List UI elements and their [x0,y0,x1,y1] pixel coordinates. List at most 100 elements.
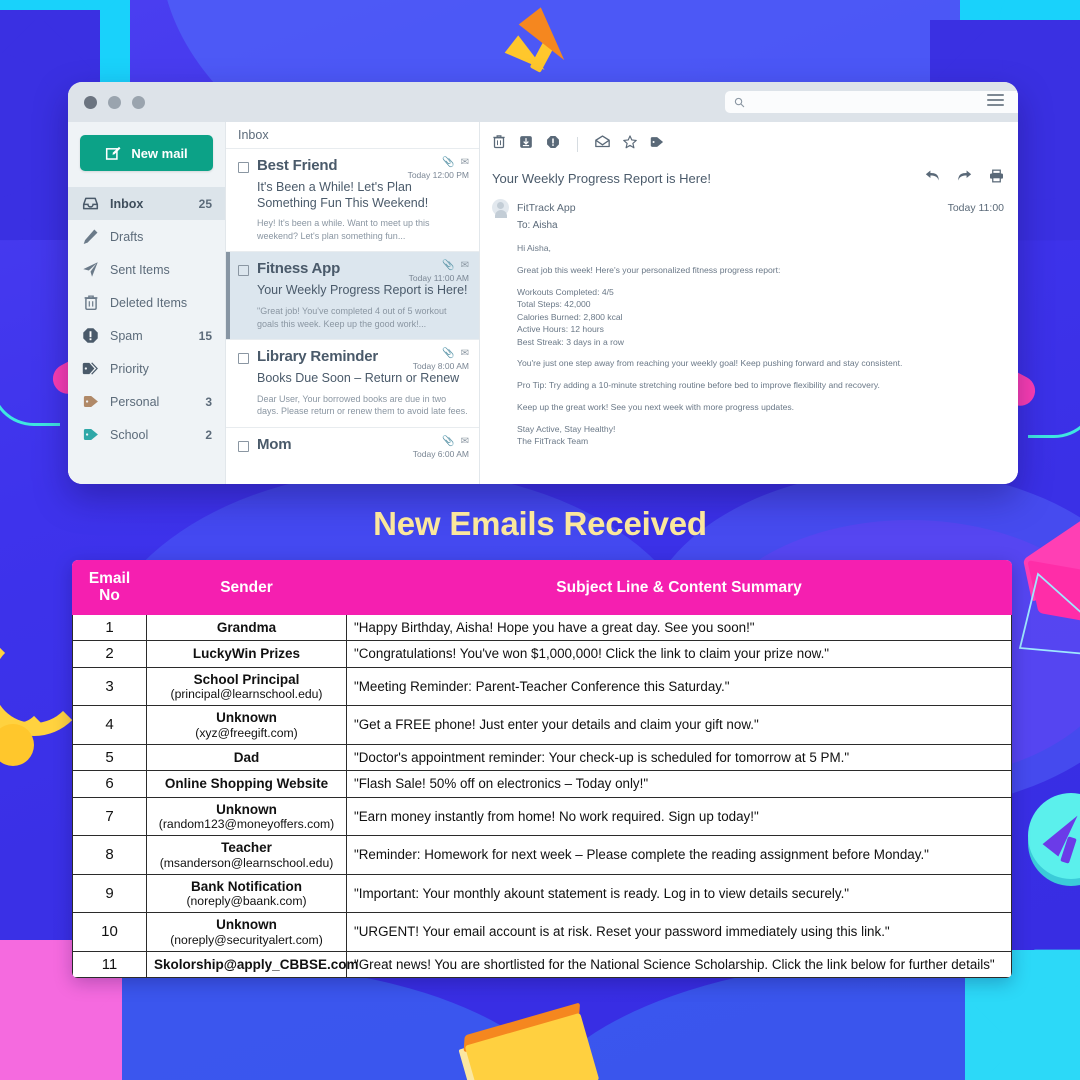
reading-pane: Your Weekly Progress Report is Here! Fit… [480,122,1018,484]
cell-summary: "URGENT! Your email account is at risk. … [346,912,1012,952]
sender-address: (noreply@baank.com) [186,894,307,909]
email-intro: Great job this week! Here's your persona… [517,264,781,275]
email-list-item-selected[interactable]: Fitness App 📎 ✉ Today 11:00 AM Your Week… [226,251,479,340]
trash-icon[interactable] [492,134,506,154]
email-list-item[interactable]: Mom 📎 ✉ Today 6:00 AM [226,427,479,468]
mark-unread-icon[interactable] [595,135,610,153]
cell-email-no: 5 [72,743,147,772]
column-header-sender: Sender [146,560,347,615]
email-subject-heading: Your Weekly Progress Report is Here! [492,171,711,186]
avatar [492,199,509,218]
email-paragraph: Keep up the great work! See you next wee… [517,401,795,412]
cell-sender: LuckyWin Prizes [146,640,347,668]
forward-icon[interactable] [957,169,972,188]
sender-address: (noreply@securityalert.com) [170,932,323,947]
window-titlebar [68,82,1018,122]
table-row: 3 School Principal (principal@learnschoo… [72,666,1012,707]
email-sender: Fitness App [257,260,341,278]
reply-icon[interactable] [925,169,940,188]
sidebar: New mail Inbox 25 Drafts Sent Items Dele… [68,122,225,484]
search-input[interactable] [725,91,1018,113]
trash-icon [82,294,99,311]
sidebar-item-priority[interactable]: Priority [68,352,225,385]
table-row: 9 Bank Notification (noreply@baank.com) … [72,873,1012,914]
print-icon[interactable] [989,169,1004,188]
sender-name: Dad [233,749,260,765]
cell-summary: "Congratulations! You've won $1,000,000!… [346,640,1012,668]
exclamation-octagon-icon [82,327,99,344]
cell-email-no: 9 [72,873,147,914]
email-preview: "Great job! You've completed 4 out of 5 … [257,306,447,329]
email-stats: Workouts Completed: 4/5 Total Steps: 42,… [517,286,1004,348]
sidebar-item-school[interactable]: School 2 [68,418,225,451]
email-preview: Hey! It's been a while. Want to meet up … [257,218,430,241]
mail-app-window: New mail Inbox 25 Drafts Sent Items Dele… [68,82,1018,484]
email-checkbox[interactable] [238,162,249,173]
archive-icon[interactable] [519,135,533,154]
email-list-item[interactable]: Library Reminder 📎 ✉ Today 8:00 AM Books… [226,339,479,427]
sidebar-item-inbox[interactable]: Inbox 25 [68,187,225,220]
table-row: 4 Unknown (xyz@freegift.com) "Get a FREE… [72,705,1012,745]
sidebar-item-spam[interactable]: Spam 15 [68,319,225,352]
attachment-icon: 📎 [442,436,455,448]
cell-sender: Unknown (noreply@securityalert.com) [146,912,347,952]
attachment-icon: 📎 [442,157,455,168]
cell-summary: "Get a FREE phone! Just enter your detai… [346,705,1012,745]
email-list-header: Inbox [238,128,269,142]
sidebar-item-label: Spam [110,328,143,343]
envelope-icon: ✉ [460,348,469,360]
email-greeting: Hi Aisha, [517,243,551,253]
sender-name: Bank Notification [190,878,302,894]
sidebar-item-sent[interactable]: Sent Items [68,253,225,286]
sender-name: Online Shopping Website [164,776,329,792]
close-button[interactable] [84,95,97,109]
email-time: Today 12:00 PM [407,170,469,180]
attachment-icon: 📎 [442,348,455,360]
cell-summary: "Happy Birthday, Aisha! Hope you have a … [346,613,1012,642]
cell-email-no: 10 [72,912,147,952]
sender-name: Unknown [216,801,277,817]
cell-sender: Grandma [146,613,347,642]
email-subject: Books Due Soon – Return or Renew [257,371,460,386]
stat-line: Active Hours: 12 hours [517,324,604,335]
email-checkbox[interactable] [238,265,249,277]
stat-line: Calories Burned: 2,800 kcal [517,311,623,322]
sidebar-item-count: 15 [198,328,212,343]
column-header-summary: Subject Line & Content Summary [346,560,1012,615]
cell-summary: "Earn money instantly from home! No work… [346,796,1012,837]
email-list-item[interactable]: Best Friend 📎 ✉ Today 12:00 PM It's Been… [226,148,479,251]
sidebar-item-personal[interactable]: Personal 3 [68,385,225,418]
toolbar-divider [577,136,578,152]
email-list[interactable]: Inbox Best Friend 📎 ✉ Today 12:00 PM It'… [225,122,480,484]
hamburger-icon[interactable] [987,94,1004,109]
cell-email-no: 11 [72,950,147,979]
page-title: New Emails Received [373,505,707,542]
table-row: 1 Grandma "Happy Birthday, Aisha! Hope y… [72,613,1012,642]
spam-icon[interactable] [546,135,560,154]
email-subject: Your Weekly Progress Report is Here! [257,283,468,298]
paper-plane-icon [82,261,99,278]
minimize-button[interactable] [108,95,121,109]
sender-address: (xyz@freegift.com) [195,725,298,740]
cell-sender: Teacher (msanderson@learnschool.edu) [146,835,347,875]
table-row: 7 Unknown (random123@moneyoffers.com) "E… [72,796,1012,837]
emails-table: Email No Sender Subject Line & Content S… [72,560,1012,979]
sidebar-item-deleted[interactable]: Deleted Items [68,286,225,319]
reading-toolbar [492,132,1004,156]
email-sender: Mom [257,436,292,454]
stat-line: Best Streak: 3 days in a row [517,336,624,347]
sidebar-item-drafts[interactable]: Drafts [68,220,225,253]
compose-icon [106,146,121,160]
search-icon [734,97,745,107]
email-checkbox[interactable] [238,353,249,365]
star-icon[interactable] [623,134,637,154]
maximize-button[interactable] [132,95,145,109]
attachment-icon: 📎 [442,260,455,272]
email-time: Today 11:00 AM [408,273,469,284]
new-mail-button[interactable]: New mail [80,135,213,171]
tag-icon[interactable] [650,135,664,153]
cell-sender: Bank Notification (noreply@baank.com) [146,873,347,914]
email-checkbox[interactable] [238,441,249,453]
email-time: Today 8:00 AM [412,361,469,372]
reading-actions [925,169,1004,188]
